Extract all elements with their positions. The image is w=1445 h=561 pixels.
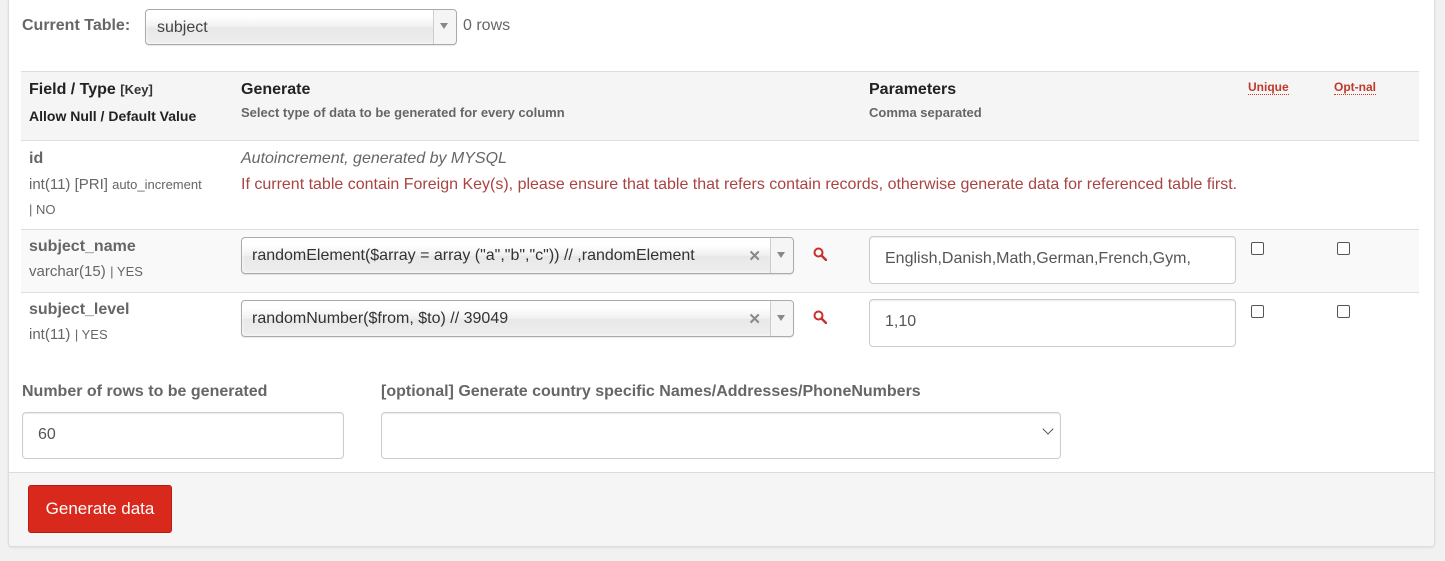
field-nullable: | YES [74,327,108,342]
generator-select[interactable]: randomNumber($from, $to) // 39049 ✕ [241,300,794,337]
generate-subheader: Select type of data to be generated for … [241,105,565,120]
optional-checkbox[interactable] [1337,305,1350,318]
field-nullable: | YES [110,264,143,279]
field-type-header: Field / Type [Key] [29,81,153,98]
autoincrement-note: Autoincrement, generated by MYSQL [241,150,507,167]
parameters-input[interactable]: 1,10 [869,299,1236,347]
rows-to-generate-label: Number of rows to be generated [22,383,268,400]
clear-icon[interactable]: ✕ [748,310,761,328]
parameters-input[interactable]: English,Danish,Math,German,French,Gym, [869,236,1236,284]
field-type: int(11) [PRI] auto_increment [29,176,202,193]
table-row: id int(11) [PRI] auto_increment | NO Aut… [21,141,1419,229]
field-type: int(11) | YES [29,326,108,343]
field-name: subject_level [29,301,130,318]
generate-data-button[interactable]: Generate data [28,485,172,533]
search-icon[interactable] [813,310,827,324]
country-label: [optional] Generate country specific Nam… [381,383,921,400]
parameters-header: Parameters [869,81,957,98]
field-name: subject_name [29,238,136,255]
generator-select[interactable]: randomElement($array = array ("a","b","c… [241,237,794,274]
dropdown-arrow-icon[interactable] [433,10,456,44]
current-table-value: subject [157,19,208,36]
table-header: Field / Type [Key] Allow Null / Default … [21,71,1419,141]
clear-icon[interactable]: ✕ [748,247,761,265]
current-table-select[interactable]: subject [145,9,457,45]
optional-header[interactable]: Opt-nal [1334,80,1376,95]
generator-panel: Current Table: subject 0 rows Field / Ty… [8,0,1435,547]
optional-checkbox[interactable] [1337,242,1350,255]
dropdown-arrow-icon[interactable] [770,301,793,336]
country-select[interactable] [381,412,1061,459]
generator-value: randomElement($array = array ("a","b","c… [252,247,695,264]
table-row: subject_level int(11) | YES randomNumber… [21,293,1419,355]
generator-value: randomNumber($from, $to) // 39049 [252,310,509,327]
unique-checkbox[interactable] [1251,242,1264,255]
field-type: varchar(15) | YES [29,263,143,280]
search-icon[interactable] [813,247,827,261]
unique-checkbox[interactable] [1251,305,1264,318]
dropdown-arrow-icon[interactable] [770,238,793,273]
allow-null-header: Allow Null / Default Value [29,108,197,124]
unique-header[interactable]: Unique [1248,80,1289,95]
footer-bar: Generate data [9,472,1434,546]
current-table-label: Current Table: [22,17,131,34]
table-row: subject_name varchar(15) | YES randomEle… [21,230,1419,292]
parameters-subheader: Comma separated [869,105,982,120]
rows-to-generate-input[interactable]: 60 [22,412,344,459]
chevron-down-icon [1042,423,1054,435]
field-extra: auto_increment [112,177,202,192]
rows-count: 0 rows [463,17,511,34]
foreign-key-warning: If current table contain Foreign Key(s),… [241,176,1238,193]
key-label: [Key] [120,82,153,97]
field-nullable: | NO [29,202,56,217]
generate-header: Generate [241,81,311,98]
field-name: id [29,150,44,167]
